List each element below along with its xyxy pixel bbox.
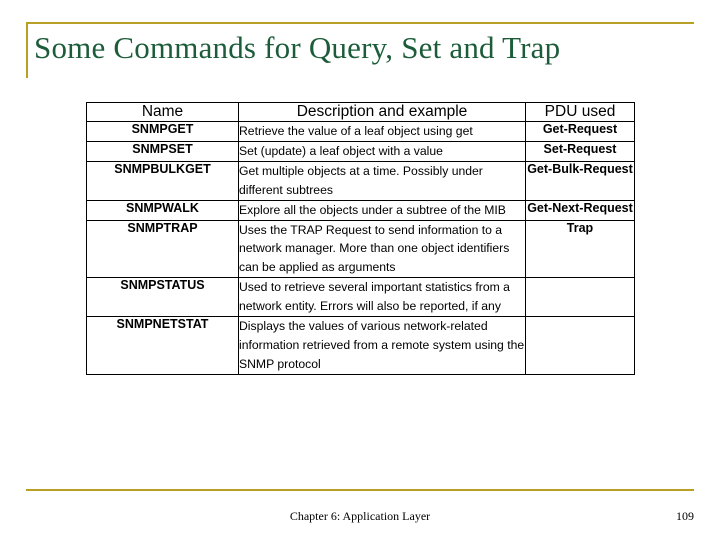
cell-command-name: SNMPGET (86, 121, 239, 142)
cell-command-name: SNMPNETSTAT (86, 316, 239, 375)
cell-command-description: Displays the values of various network-r… (238, 316, 526, 375)
cell-command-pdu: Get-Request (525, 121, 635, 142)
cell-command-pdu: Trap (525, 219, 635, 279)
cell-command-description: Uses the TRAP Request to send informatio… (238, 219, 526, 279)
table-row: SNMPWALK Explore all the objects under a… (86, 199, 635, 221)
table-row: SNMPBULKGET Get multiple objects at a ti… (86, 160, 635, 201)
cell-command-pdu: Get-Bulk-Request (525, 160, 635, 201)
slide: Some Commands for Query, Set and Trap Na… (0, 0, 720, 540)
column-header-description: Description and example (238, 102, 526, 122)
table-row: SNMPNETSTAT Displays the values of vario… (86, 316, 635, 375)
decorative-bottom-rule (26, 489, 694, 491)
slide-footer: Chapter 6: Application Layer (289, 509, 431, 523)
cell-command-description: Retrieve the value of a leaf object usin… (238, 121, 526, 142)
cell-command-pdu: Set-Request (525, 140, 635, 162)
cell-command-name: SNMPWALK (86, 199, 239, 221)
table-row: SNMPTRAP Uses the TRAP Request to send i… (86, 219, 635, 279)
decorative-left-rule (26, 22, 28, 78)
cell-command-name: SNMPSTATUS (86, 277, 239, 318)
table-row: SNMPGET Retrieve the value of a leaf obj… (86, 121, 635, 142)
cell-command-name: SNMPBULKGET (86, 160, 239, 201)
slide-page-number: 109 (676, 509, 694, 523)
cell-command-description: Get multiple objects at a time. Possibly… (238, 160, 526, 201)
commands-table: Name Description and example PDU used SN… (86, 102, 635, 375)
cell-command-pdu (525, 316, 635, 375)
cell-command-description: Used to retrieve several important stati… (238, 277, 526, 318)
page-title: Some Commands for Query, Set and Trap (34, 30, 561, 65)
cell-command-name: SNMPSET (86, 140, 239, 162)
cell-command-name: SNMPTRAP (86, 219, 239, 279)
cell-command-pdu (525, 277, 635, 318)
decorative-top-rule (26, 22, 694, 24)
table-header-row: Name Description and example PDU used (86, 102, 635, 122)
column-header-name: Name (86, 102, 239, 122)
cell-command-description: Explore all the objects under a subtree … (238, 199, 526, 221)
table-row: SNMPSET Set (update) a leaf object with … (86, 140, 635, 162)
cell-command-description: Set (update) a leaf object with a value (238, 140, 526, 162)
table-row: SNMPSTATUS Used to retrieve several impo… (86, 277, 635, 318)
cell-command-pdu: Get-Next-Request (525, 199, 635, 221)
column-header-pdu: PDU used (525, 102, 635, 122)
